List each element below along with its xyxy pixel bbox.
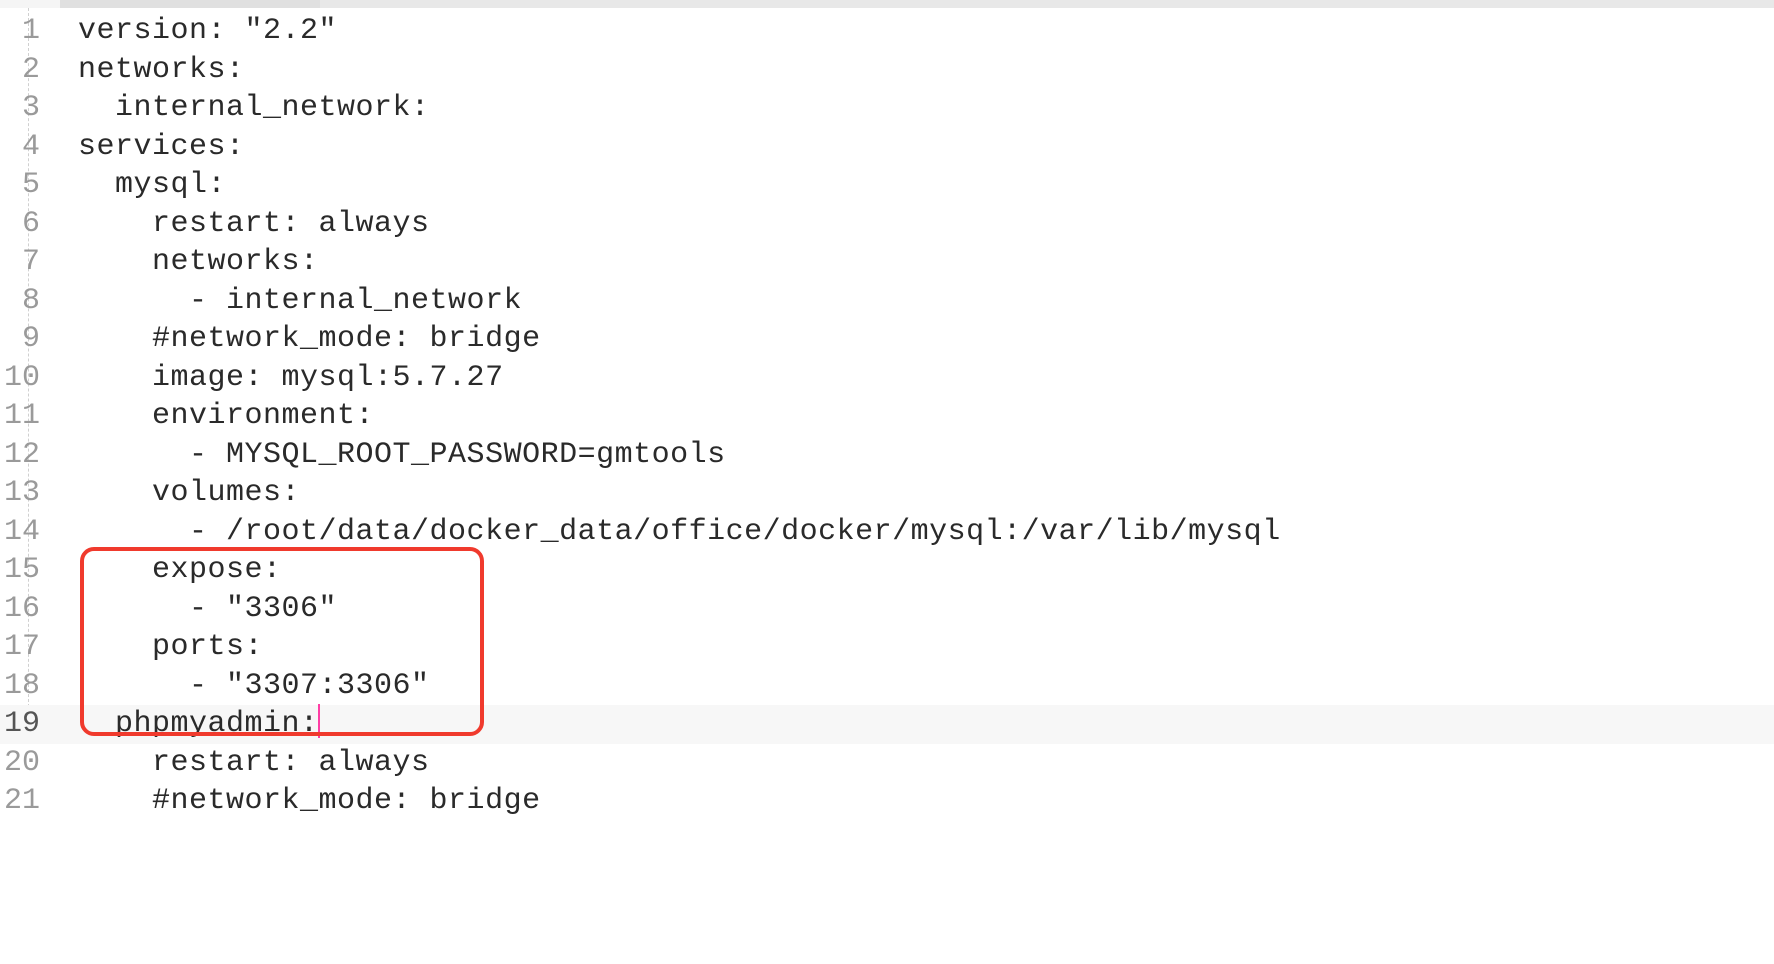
code-text: restart: always <box>78 744 430 783</box>
code-text: - /root/data/docker_data/office/docker/m… <box>78 513 1281 552</box>
code-text: phpmyadmin: <box>78 705 320 744</box>
code-text: - "3306" <box>78 590 337 629</box>
line-number: 21 <box>0 782 48 821</box>
code-line[interactable]: 7 networks: <box>0 243 1774 282</box>
line-number: 3 <box>0 89 48 128</box>
line-number: 11 <box>0 397 48 436</box>
code-text: image: mysql:5.7.27 <box>78 359 504 398</box>
line-number: 17 <box>0 628 48 667</box>
line-number: 6 <box>0 205 48 244</box>
code-line[interactable]: 2 networks: <box>0 51 1774 90</box>
code-line[interactable]: 19 phpmyadmin: <box>0 705 1774 744</box>
line-number: 14 <box>0 513 48 552</box>
code-text: environment: <box>78 397 374 436</box>
text-cursor <box>318 704 320 738</box>
code-text: networks: <box>78 51 245 90</box>
line-number: 13 <box>0 474 48 513</box>
code-text: internal_network: <box>78 89 430 128</box>
code-line[interactable]: 21 #network_mode: bridge <box>0 782 1774 821</box>
code-text: volumes: <box>78 474 300 513</box>
line-number: 4 <box>0 128 48 167</box>
code-text: #network_mode: bridge <box>78 320 541 359</box>
code-line[interactable]: 11 environment: <box>0 397 1774 436</box>
code-line[interactable]: 18 - "3307:3306" <box>0 667 1774 706</box>
code-editor[interactable]: 1version: "2.2"2networks:3 internal_netw… <box>0 8 1774 821</box>
code-line[interactable]: 6 restart: always <box>0 205 1774 244</box>
line-number: 16 <box>0 590 48 629</box>
line-number: 1 <box>0 12 48 51</box>
code-line[interactable]: 12 - MYSQL_ROOT_PASSWORD=gmtools <box>0 436 1774 475</box>
code-line[interactable]: 13 volumes: <box>0 474 1774 513</box>
line-number: 19 <box>0 705 48 744</box>
tab-area <box>320 0 1774 8</box>
line-number: 10 <box>0 359 48 398</box>
line-number: 15 <box>0 551 48 590</box>
code-text: version: "2.2" <box>78 12 337 51</box>
line-number: 8 <box>0 282 48 321</box>
line-number: 2 <box>0 51 48 90</box>
line-number: 5 <box>0 166 48 205</box>
code-text: services: <box>78 128 245 167</box>
code-line[interactable]: 14 - /root/data/docker_data/office/docke… <box>0 513 1774 552</box>
code-text: - MYSQL_ROOT_PASSWORD=gmtools <box>78 436 726 475</box>
code-line[interactable]: 4 services: <box>0 128 1774 167</box>
code-text: - "3307:3306" <box>78 667 430 706</box>
line-number: 9 <box>0 320 48 359</box>
code-line[interactable]: 15 expose: <box>0 551 1774 590</box>
code-line[interactable]: 16 - "3306" <box>0 590 1774 629</box>
code-text: networks: <box>78 243 319 282</box>
code-text: - internal_network <box>78 282 522 321</box>
code-line[interactable]: 5 mysql: <box>0 166 1774 205</box>
code-line[interactable]: 10 image: mysql:5.7.27 <box>0 359 1774 398</box>
tab-spacer <box>0 0 60 8</box>
code-line[interactable]: 8 - internal_network <box>0 282 1774 321</box>
line-number: 12 <box>0 436 48 475</box>
tab-bar <box>0 0 1774 8</box>
code-line[interactable]: 17 ports: <box>0 628 1774 667</box>
code-text: ports: <box>78 628 263 667</box>
code-line[interactable]: 3 internal_network: <box>0 89 1774 128</box>
line-number: 7 <box>0 243 48 282</box>
code-line[interactable]: 20 restart: always <box>0 744 1774 783</box>
line-number: 20 <box>0 744 48 783</box>
code-text: restart: always <box>78 205 430 244</box>
tab-inactive[interactable] <box>60 0 320 8</box>
code-line[interactable]: 1 version: "2.2" <box>0 12 1774 51</box>
code-text: #network_mode: bridge <box>78 782 541 821</box>
code-line[interactable]: 9 #network_mode: bridge <box>0 320 1774 359</box>
code-text: mysql: <box>78 166 226 205</box>
line-number: 18 <box>0 667 48 706</box>
code-text: expose: <box>78 551 282 590</box>
